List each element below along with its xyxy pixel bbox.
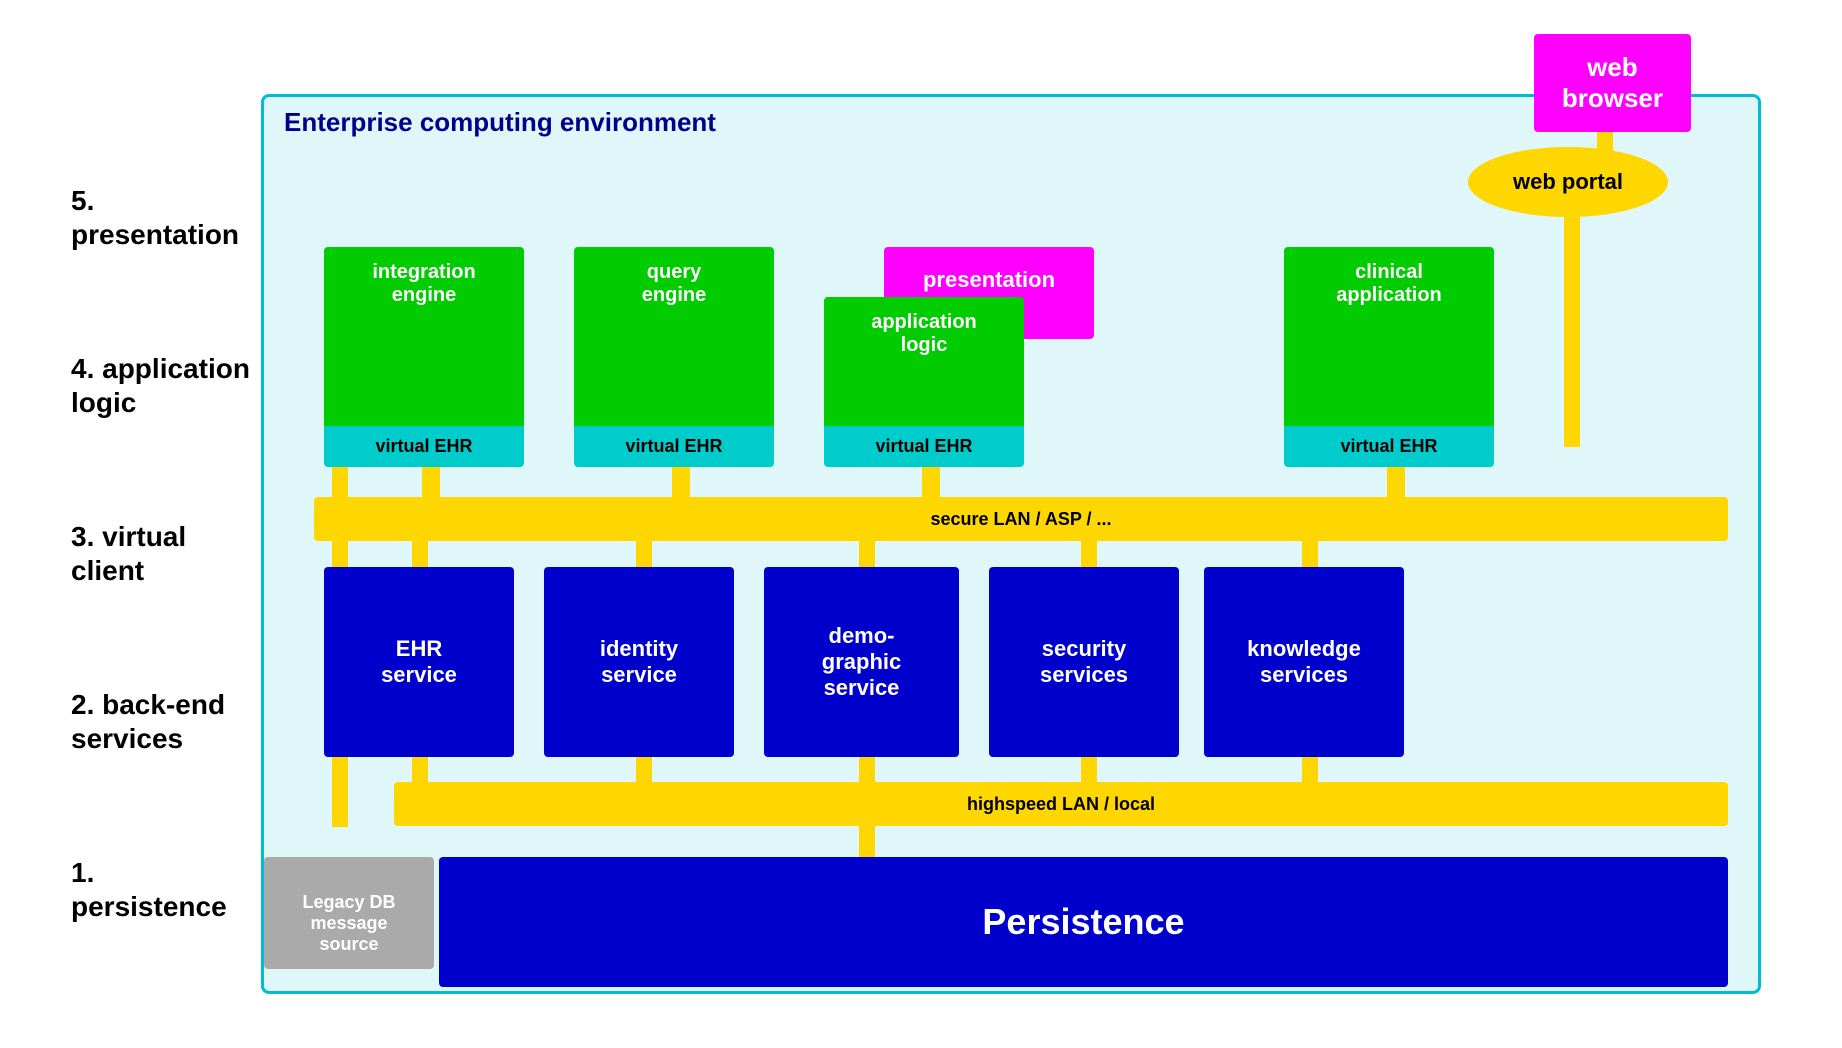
outer-container: 5. presentation 4. application logic 3. … [0, 0, 1842, 1048]
main-area: web browser Enterprise computing environ… [251, 34, 1771, 1014]
legacy-db-box: Legacy DB message source [264, 857, 434, 969]
query-green: query engine [574, 247, 774, 426]
applogic-green: application logic [824, 297, 1024, 426]
query-cyan: virtual EHR [574, 426, 774, 467]
enterprise-box: Enterprise computing environment web por… [261, 94, 1761, 994]
connector-clinical-v [1387, 467, 1405, 501]
service-knowledge: knowledge services [1204, 567, 1404, 757]
app-block-integration: integration engine virtual EHR [324, 247, 524, 467]
applogic-cyan: virtual EHR [824, 426, 1024, 467]
layer1-label: 1. persistence [71, 856, 251, 923]
diagram-wrapper: 5. presentation 4. application logic 3. … [71, 34, 1771, 1014]
highspeed-lan-bar: highspeed LAN / local [394, 782, 1728, 826]
layer5-label: 5. presentation [71, 184, 251, 251]
app-block-clinical: clinical application virtual EHR [1284, 247, 1494, 467]
secure-lan-bar: secure LAN / ASP / ... [314, 497, 1728, 541]
layer4-label: 4. application logic [71, 352, 251, 419]
enterprise-title: Enterprise computing environment [284, 107, 716, 138]
service-security: security services [989, 567, 1179, 757]
highspeed-lan-label: highspeed LAN / local [967, 794, 1155, 815]
layer3-label: 3. virtual client [71, 520, 251, 587]
clinical-green: clinical application [1284, 247, 1494, 426]
app-block-applogic: application logic virtual EHR [824, 297, 1024, 467]
conn-portal-clinical-v [1564, 217, 1580, 447]
web-portal-ellipse: web portal [1468, 147, 1668, 217]
app-block-query: query engine virtual EHR [574, 247, 774, 467]
service-demographic: demo- graphic service [764, 567, 959, 757]
clinical-cyan: virtual EHR [1284, 426, 1494, 467]
layer2-label: 2. back-end services [71, 688, 251, 755]
service-ehr: EHR service [324, 567, 514, 757]
service-identity: identity service [544, 567, 734, 757]
conn-highspeed-persist-v [859, 826, 875, 861]
integration-cyan: virtual EHR [324, 426, 524, 467]
left-labels: 5. presentation 4. application logic 3. … [71, 34, 251, 1014]
secure-lan-label: secure LAN / ASP / ... [930, 509, 1111, 530]
persistence-box: Persistence [439, 857, 1728, 987]
connector-integration-v [422, 467, 440, 501]
web-browser-box: web browser [1534, 34, 1691, 132]
integration-green: integration engine [324, 247, 524, 426]
connector-applogic-v [922, 467, 940, 501]
connector-query-v [672, 467, 690, 501]
